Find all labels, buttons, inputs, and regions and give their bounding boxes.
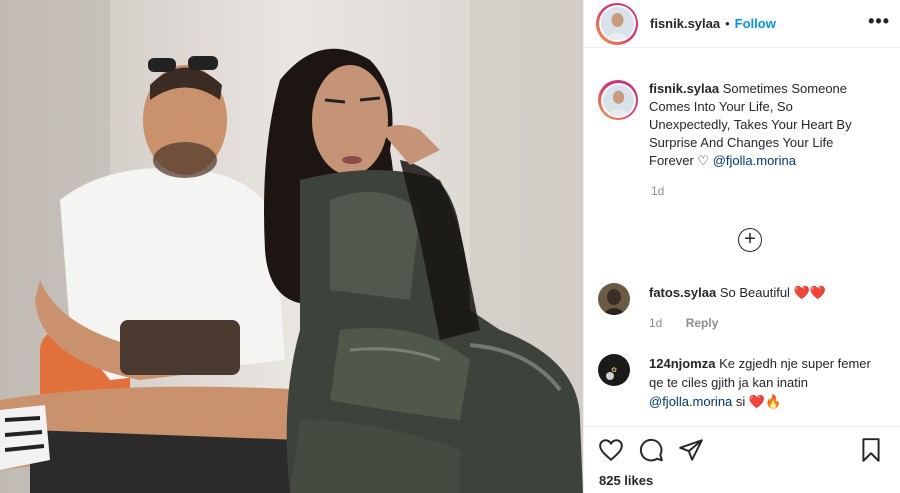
post-photo[interactable]	[0, 0, 583, 493]
comment-suffix: si	[735, 394, 746, 409]
comment-timestamp[interactable]: 1d	[649, 316, 662, 330]
heart-outline-icon: ♡	[697, 153, 710, 168]
author-username[interactable]: fisnik.sylaa	[650, 16, 720, 31]
author-avatar[interactable]	[596, 2, 638, 45]
avatar-image	[602, 84, 634, 116]
caption: fisnik.sylaa Sometimes Someone Comes Int…	[598, 80, 886, 170]
comments-section: fisnik.sylaa Sometimes Someone Comes Int…	[584, 80, 900, 198]
avatar-image: ✿	[598, 354, 630, 386]
separator-dot: •	[725, 16, 730, 31]
avatar-image	[600, 7, 634, 40]
comment-item: fatos.sylaa So Beautiful ❤️❤️ 1d Reply	[598, 283, 890, 333]
comment-body: 124njomza Ke zgjedh nje super femer qe t…	[649, 354, 884, 411]
comment-text: So Beautiful	[719, 285, 790, 300]
heart-fire-emoji: ❤️🔥	[748, 394, 782, 409]
caption-author-avatar[interactable]	[598, 80, 638, 120]
caption-username[interactable]: fisnik.sylaa	[649, 81, 719, 96]
comment-meta: 1d Reply	[649, 314, 826, 333]
caption-text-block: fisnik.sylaa Sometimes Someone Comes Int…	[649, 80, 869, 170]
commenter-username[interactable]: 124njomza	[649, 356, 715, 371]
commenter-avatar[interactable]	[598, 283, 630, 315]
likes-count[interactable]: 825 likes	[584, 473, 900, 488]
couple-photo-illustration	[0, 0, 583, 493]
comment-mention[interactable]: @fjolla.morina	[649, 394, 732, 409]
more-options-icon[interactable]: •••	[868, 12, 890, 30]
reply-button[interactable]: Reply	[686, 316, 719, 330]
commenter-avatar[interactable]: ✿	[598, 354, 630, 386]
post-sidebar: fisnik.sylaa • Follow ••• fisnik.sylaa S…	[583, 0, 900, 493]
heart-emoji: ❤️❤️	[793, 285, 826, 300]
comment-icon[interactable]	[638, 437, 664, 463]
comment-item: ✿ 124njomza Ke zgjedh nje super femer qe…	[598, 354, 890, 411]
post-actions: 825 likes	[584, 426, 900, 493]
caption-timestamp[interactable]: 1d	[651, 184, 886, 198]
caption-mention[interactable]: @fjolla.morina	[713, 153, 796, 168]
comment-body: fatos.sylaa So Beautiful ❤️❤️ 1d Reply	[649, 283, 826, 333]
share-icon[interactable]	[678, 437, 704, 463]
avatar-image	[598, 283, 630, 315]
follow-button[interactable]: Follow	[735, 16, 776, 31]
load-more-comments-icon[interactable]: +	[738, 228, 762, 252]
save-icon[interactable]	[858, 437, 884, 463]
commenter-username[interactable]: fatos.sylaa	[649, 285, 716, 300]
like-icon[interactable]	[598, 437, 624, 463]
post-header: fisnik.sylaa • Follow •••	[584, 0, 900, 48]
instagram-post: fisnik.sylaa • Follow ••• fisnik.sylaa S…	[0, 0, 900, 493]
